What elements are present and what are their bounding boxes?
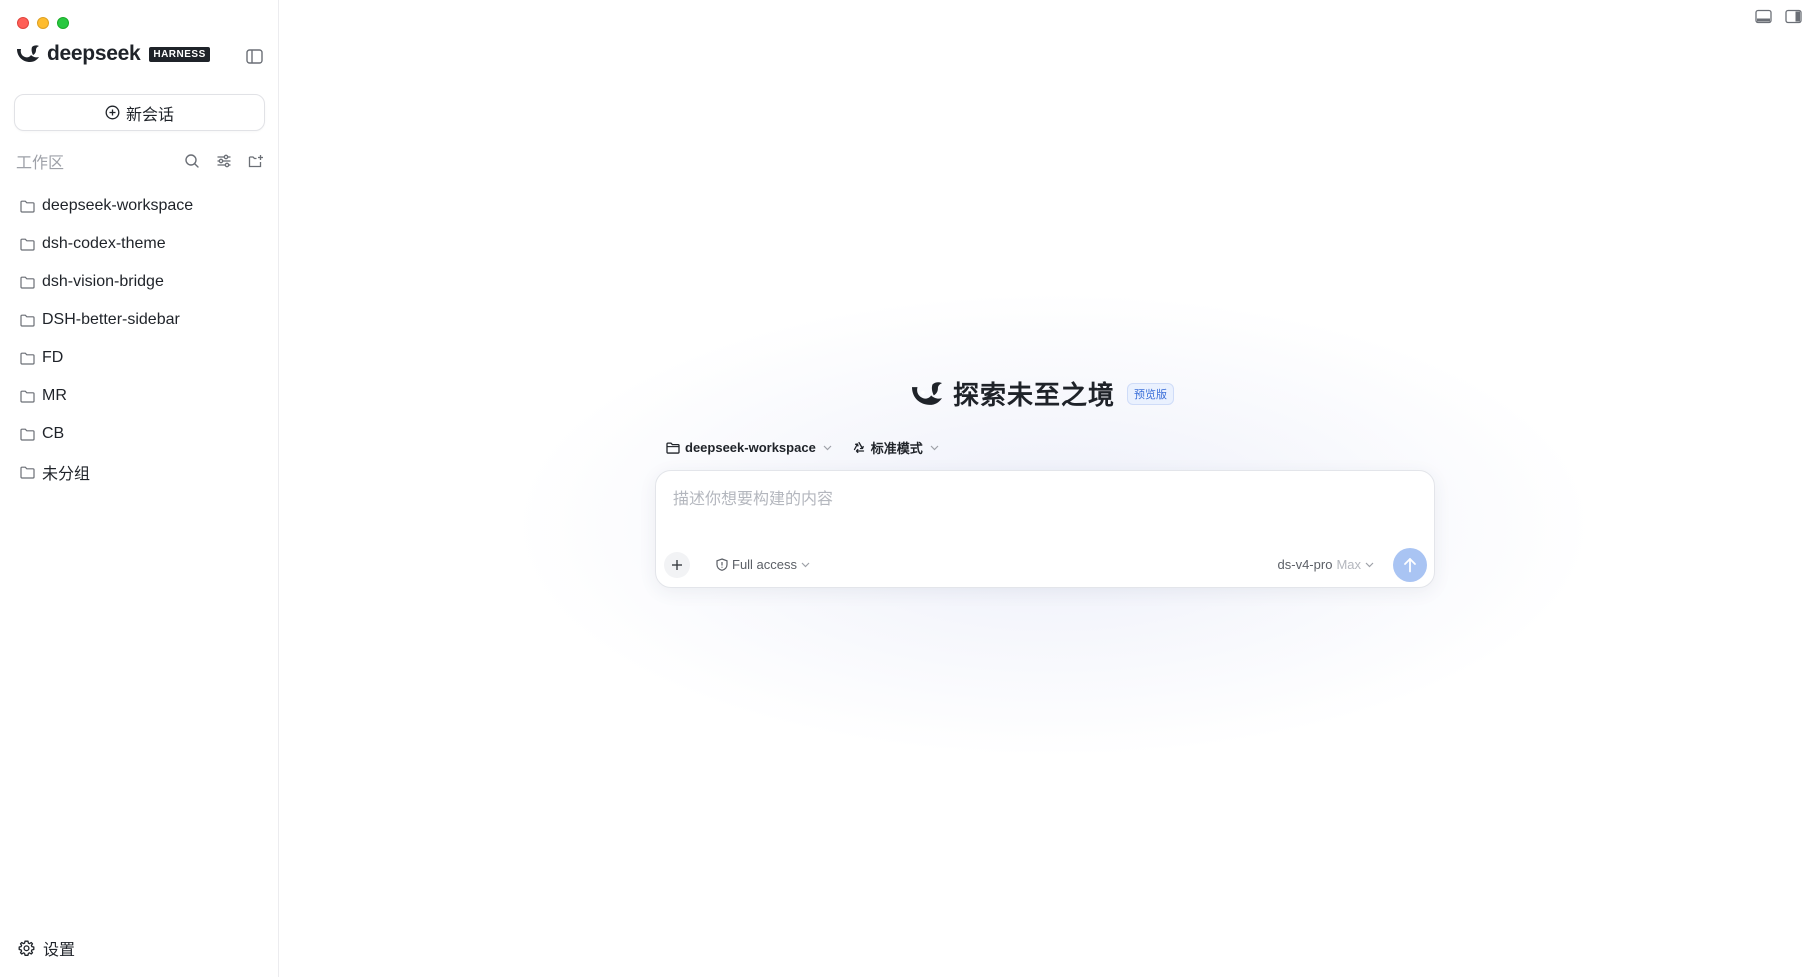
hero-heading: 探索未至之境 预览版 — [909, 375, 1175, 412]
arrow-up-icon — [1404, 558, 1416, 573]
attach-button[interactable] — [664, 552, 690, 578]
whale-logo-icon — [17, 45, 39, 62]
search-button[interactable] — [184, 153, 200, 169]
folder-item[interactable]: deepseek-workspace — [20, 187, 270, 225]
brand-name: deepseek — [47, 42, 141, 65]
folder-icon — [20, 352, 35, 365]
folder-icon — [20, 466, 35, 479]
minimize-window-button[interactable] — [37, 17, 49, 29]
plus-circle-icon — [105, 105, 120, 120]
folder-icon — [20, 276, 35, 289]
context-selectors: deepseek-workspace 标准模式 — [666, 438, 939, 457]
model-name: ds-v4-pro — [1277, 557, 1333, 572]
gear-icon — [18, 940, 35, 956]
brand-badge: HARNESS — [149, 46, 210, 62]
hero-title: 探索未至之境 — [953, 380, 1116, 410]
zoom-window-button[interactable] — [57, 17, 69, 29]
access-label: Full access — [732, 557, 798, 572]
chevron-down-icon — [930, 445, 939, 450]
chevron-down-icon — [801, 562, 810, 567]
chevron-down-icon — [823, 445, 832, 450]
filter-button[interactable] — [216, 153, 232, 169]
recycle-icon — [853, 441, 864, 453]
folder-icon — [20, 314, 35, 327]
window-controls — [17, 17, 69, 29]
chevron-down-icon — [1365, 562, 1374, 567]
access-selector[interactable]: Full access — [716, 557, 810, 572]
settings-button[interactable]: 设置 — [18, 936, 75, 960]
new-chat-button[interactable]: 新会话 — [14, 94, 265, 131]
folder-icon — [20, 390, 35, 403]
sliders-icon — [217, 154, 231, 168]
prompt-input[interactable] — [671, 485, 1415, 515]
folder-icon — [666, 441, 680, 454]
folder-item[interactable]: MR — [20, 377, 270, 415]
workspace-tools — [184, 153, 264, 169]
main-area: 探索未至之境 预览版 deepseek-workspace 标准模式 描述你想要… — [279, 0, 1817, 977]
folder-item[interactable]: dsh-codex-theme — [20, 225, 270, 263]
folder-item[interactable]: FD — [20, 339, 270, 377]
window-toolbar — [1755, 9, 1803, 25]
folder-plus-icon — [248, 155, 263, 168]
folder-item[interactable]: 未分组 — [20, 453, 270, 491]
workspace-selector[interactable]: deepseek-workspace — [666, 440, 832, 455]
preview-badge: 预览版 — [1127, 382, 1175, 405]
app-window: deepseek HARNESS 新会话 工作区 deepseek-worksp… — [0, 0, 1817, 977]
panel-right-icon — [1785, 9, 1802, 24]
folder-label: deepseek-workspace — [42, 197, 194, 214]
workspace-title: 工作区 — [16, 155, 65, 172]
plus-icon — [672, 560, 682, 570]
workspace-selector-label: deepseek-workspace — [685, 440, 816, 455]
sidebar-toggle-button[interactable] — [244, 47, 264, 65]
sidebar-toggle-icon — [245, 48, 263, 64]
folder-list: deepseek-workspace dsh-codex-theme dsh-v… — [20, 187, 270, 491]
folder-label: 未分组 — [42, 466, 91, 483]
model-selector[interactable]: ds-v4-pro Max — [1278, 557, 1374, 572]
folder-label: FD — [42, 349, 64, 366]
model-effort: Max — [1336, 557, 1361, 572]
folder-item[interactable]: DSH-better-sidebar — [20, 301, 270, 339]
folder-icon — [20, 200, 35, 213]
composer: Full access ds-v4-pro Max — [655, 470, 1435, 588]
folder-label: dsh-codex-theme — [42, 235, 166, 252]
toggle-right-panel-button[interactable] — [1785, 9, 1803, 25]
folder-icon — [20, 238, 35, 251]
mode-selector[interactable]: 标准模式 — [852, 438, 939, 457]
panel-bottom-icon — [1755, 9, 1772, 24]
settings-label: 设置 — [43, 942, 76, 959]
new-chat-label: 新会话 — [125, 106, 174, 124]
send-button[interactable] — [1393, 548, 1427, 582]
folder-label: CB — [42, 425, 65, 442]
whale-logo-icon — [912, 381, 942, 405]
folder-label: dsh-vision-bridge — [42, 273, 164, 290]
close-window-button[interactable] — [17, 17, 29, 29]
new-folder-button[interactable] — [248, 153, 264, 169]
folder-item[interactable]: dsh-vision-bridge — [20, 263, 270, 301]
sidebar: deepseek HARNESS 新会话 工作区 deepseek-worksp… — [0, 0, 279, 977]
workspace-header: 工作区 — [16, 150, 264, 172]
mode-selector-label: 标准模式 — [870, 441, 923, 456]
folder-item[interactable]: CB — [20, 415, 270, 453]
folder-label: MR — [42, 387, 67, 404]
brand: deepseek HARNESS — [15, 42, 210, 66]
toggle-bottom-panel-button[interactable] — [1755, 9, 1773, 25]
search-icon — [185, 154, 199, 168]
folder-icon — [20, 428, 35, 441]
folder-label: DSH-better-sidebar — [42, 311, 180, 328]
shield-icon — [716, 558, 728, 571]
